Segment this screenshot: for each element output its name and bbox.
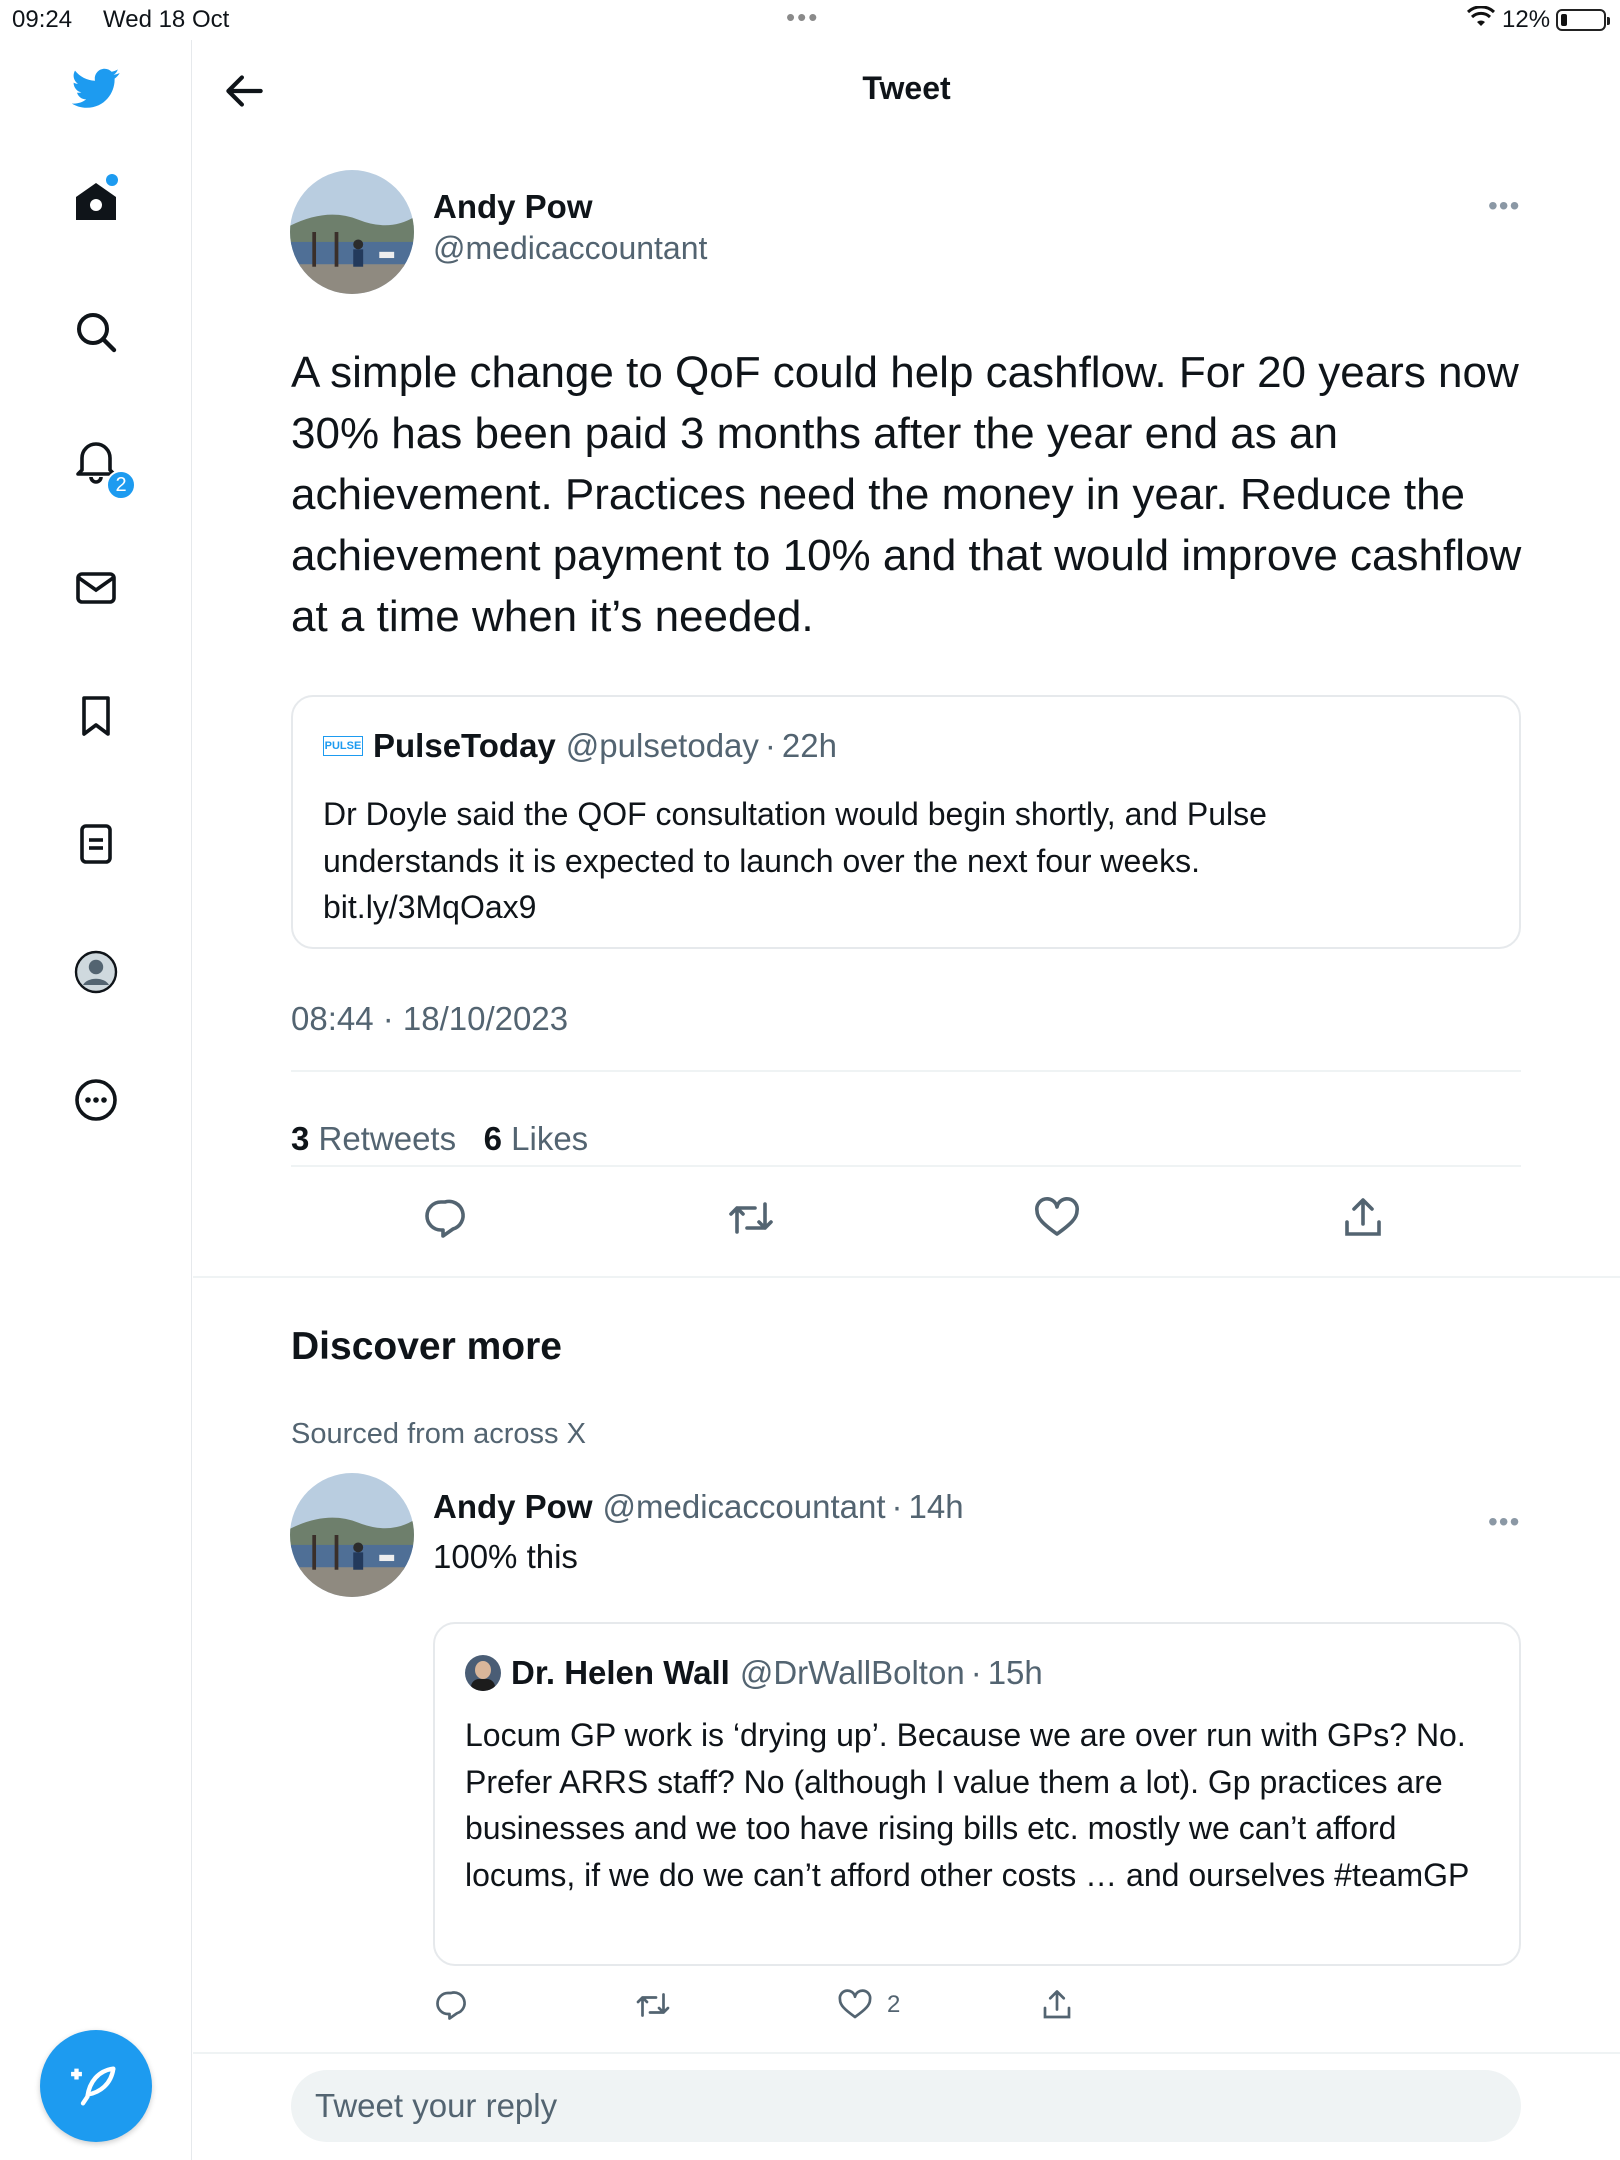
author-name[interactable]: Andy Pow — [433, 188, 593, 226]
reply-text: 100% this — [433, 1538, 578, 1575]
quoted-tweet-card[interactable]: PULSE PulseToday @pulsetoday · 22h Dr Do… — [291, 695, 1521, 949]
quoted-tweet-text: Locum GP work is ‘drying up’. Because we… — [465, 1717, 1470, 1893]
divider — [291, 1165, 1521, 1167]
section-divider — [193, 1276, 1620, 1278]
quoted-author-name: PulseToday — [373, 727, 556, 764]
search-icon[interactable] — [66, 302, 126, 362]
battery-percent: 12% — [1502, 6, 1551, 33]
notification-badge: 2 — [106, 470, 136, 500]
separator-dot: · — [764, 727, 776, 764]
more-options-icon[interactable]: ••• — [1488, 190, 1520, 222]
discover-subtitle: Sourced from across X — [291, 1418, 586, 1450]
discover-title: Discover more — [291, 1325, 562, 1368]
page-title: Tweet — [862, 70, 951, 106]
quoted-tweet-header: Dr. Helen Wall @DrWallBolton · 15h — [465, 1654, 1043, 1692]
reply-author-handle[interactable]: @medicaccountant — [603, 1488, 886, 1526]
status-bar: 09:24 Wed 18 Oct ••• 12% — [0, 0, 1620, 40]
compose-tweet-button[interactable] — [40, 2030, 152, 2142]
retweets-label[interactable]: Retweets — [319, 1120, 457, 1157]
quoted-tweet-card[interactable]: Dr. Helen Wall @DrWallBolton · 15h Locum… — [433, 1622, 1521, 1966]
main-column: Tweet Andy Pow @medicaccountant ••• A si… — [193, 40, 1620, 2160]
list-icon[interactable] — [66, 814, 126, 874]
avatar[interactable] — [290, 170, 414, 294]
status-date: Wed 18 Oct — [103, 6, 230, 33]
share-icon[interactable] — [1339, 1194, 1387, 1242]
reply-icon[interactable] — [433, 1985, 469, 2025]
mail-icon[interactable] — [66, 558, 126, 618]
reply-age: 14h — [908, 1488, 964, 1525]
like-heart-icon[interactable] — [1033, 1194, 1081, 1242]
quoted-tweet-header: PULSE PulseToday @pulsetoday · 22h — [323, 727, 837, 765]
quoted-tweet-text: Dr Doyle said the QOF consultation would… — [323, 796, 1267, 925]
battery-icon — [1556, 9, 1610, 31]
wifi-icon — [1466, 5, 1496, 37]
separator-dot: · — [891, 1488, 903, 1525]
tweet-timestamp[interactable]: 08:44 · 18/10/2023 — [291, 1000, 568, 1038]
home-unread-dot — [106, 174, 118, 186]
multitasking-dots-icon[interactable]: ••• — [786, 2, 819, 33]
sidebar: 2 — [0, 40, 192, 2160]
quoted-author-name: Dr. Helen Wall — [511, 1654, 730, 1691]
engagement-stats: 3 Retweets 6 Likes — [291, 1120, 588, 1158]
like-button[interactable]: 2 — [837, 1985, 900, 2025]
separator-dot: · — [970, 1654, 982, 1691]
reply-author-name[interactable]: Andy Pow — [433, 1488, 593, 1526]
quoted-author-handle: @DrWallBolton — [739, 1654, 965, 1691]
retweet-icon[interactable] — [635, 1985, 671, 2025]
reply-composer[interactable] — [291, 2070, 1521, 2142]
retweet-icon[interactable] — [727, 1194, 775, 1242]
quoted-age: 15h — [987, 1654, 1043, 1691]
section-divider — [193, 2052, 1620, 2054]
more-options-icon[interactable]: ••• — [1488, 1506, 1520, 1538]
avatar — [465, 1655, 501, 1691]
like-count[interactable]: 6 — [484, 1120, 502, 1157]
quoted-age: 22h — [781, 727, 837, 764]
bookmark-icon[interactable] — [66, 686, 126, 746]
twitter-logo-icon[interactable] — [66, 58, 126, 118]
more-circle-icon[interactable] — [66, 1070, 126, 1130]
reply-input[interactable] — [291, 2070, 1521, 2142]
feather-plus-icon — [71, 2066, 116, 2106]
divider — [291, 1070, 1521, 1072]
profile-icon[interactable] — [66, 942, 126, 1002]
status-time: 09:24 — [12, 6, 73, 33]
share-icon[interactable] — [1039, 1985, 1075, 2025]
likes-label[interactable]: Likes — [511, 1120, 588, 1157]
like-count: 2 — [887, 1991, 901, 2018]
tweet-text: A simple change to QoF could help cashfl… — [291, 348, 1522, 641]
retweet-count[interactable]: 3 — [291, 1120, 309, 1157]
like-heart-icon — [838, 1989, 872, 2019]
pulse-logo-icon: PULSE — [323, 736, 363, 756]
reply-header: Andy Pow @medicaccountant · 14h — [433, 1488, 964, 1526]
reply-icon[interactable] — [421, 1194, 469, 1242]
author-handle[interactable]: @medicaccountant — [433, 230, 707, 267]
quoted-author-handle: @pulsetoday — [565, 727, 759, 764]
avatar[interactable] — [290, 1473, 414, 1597]
